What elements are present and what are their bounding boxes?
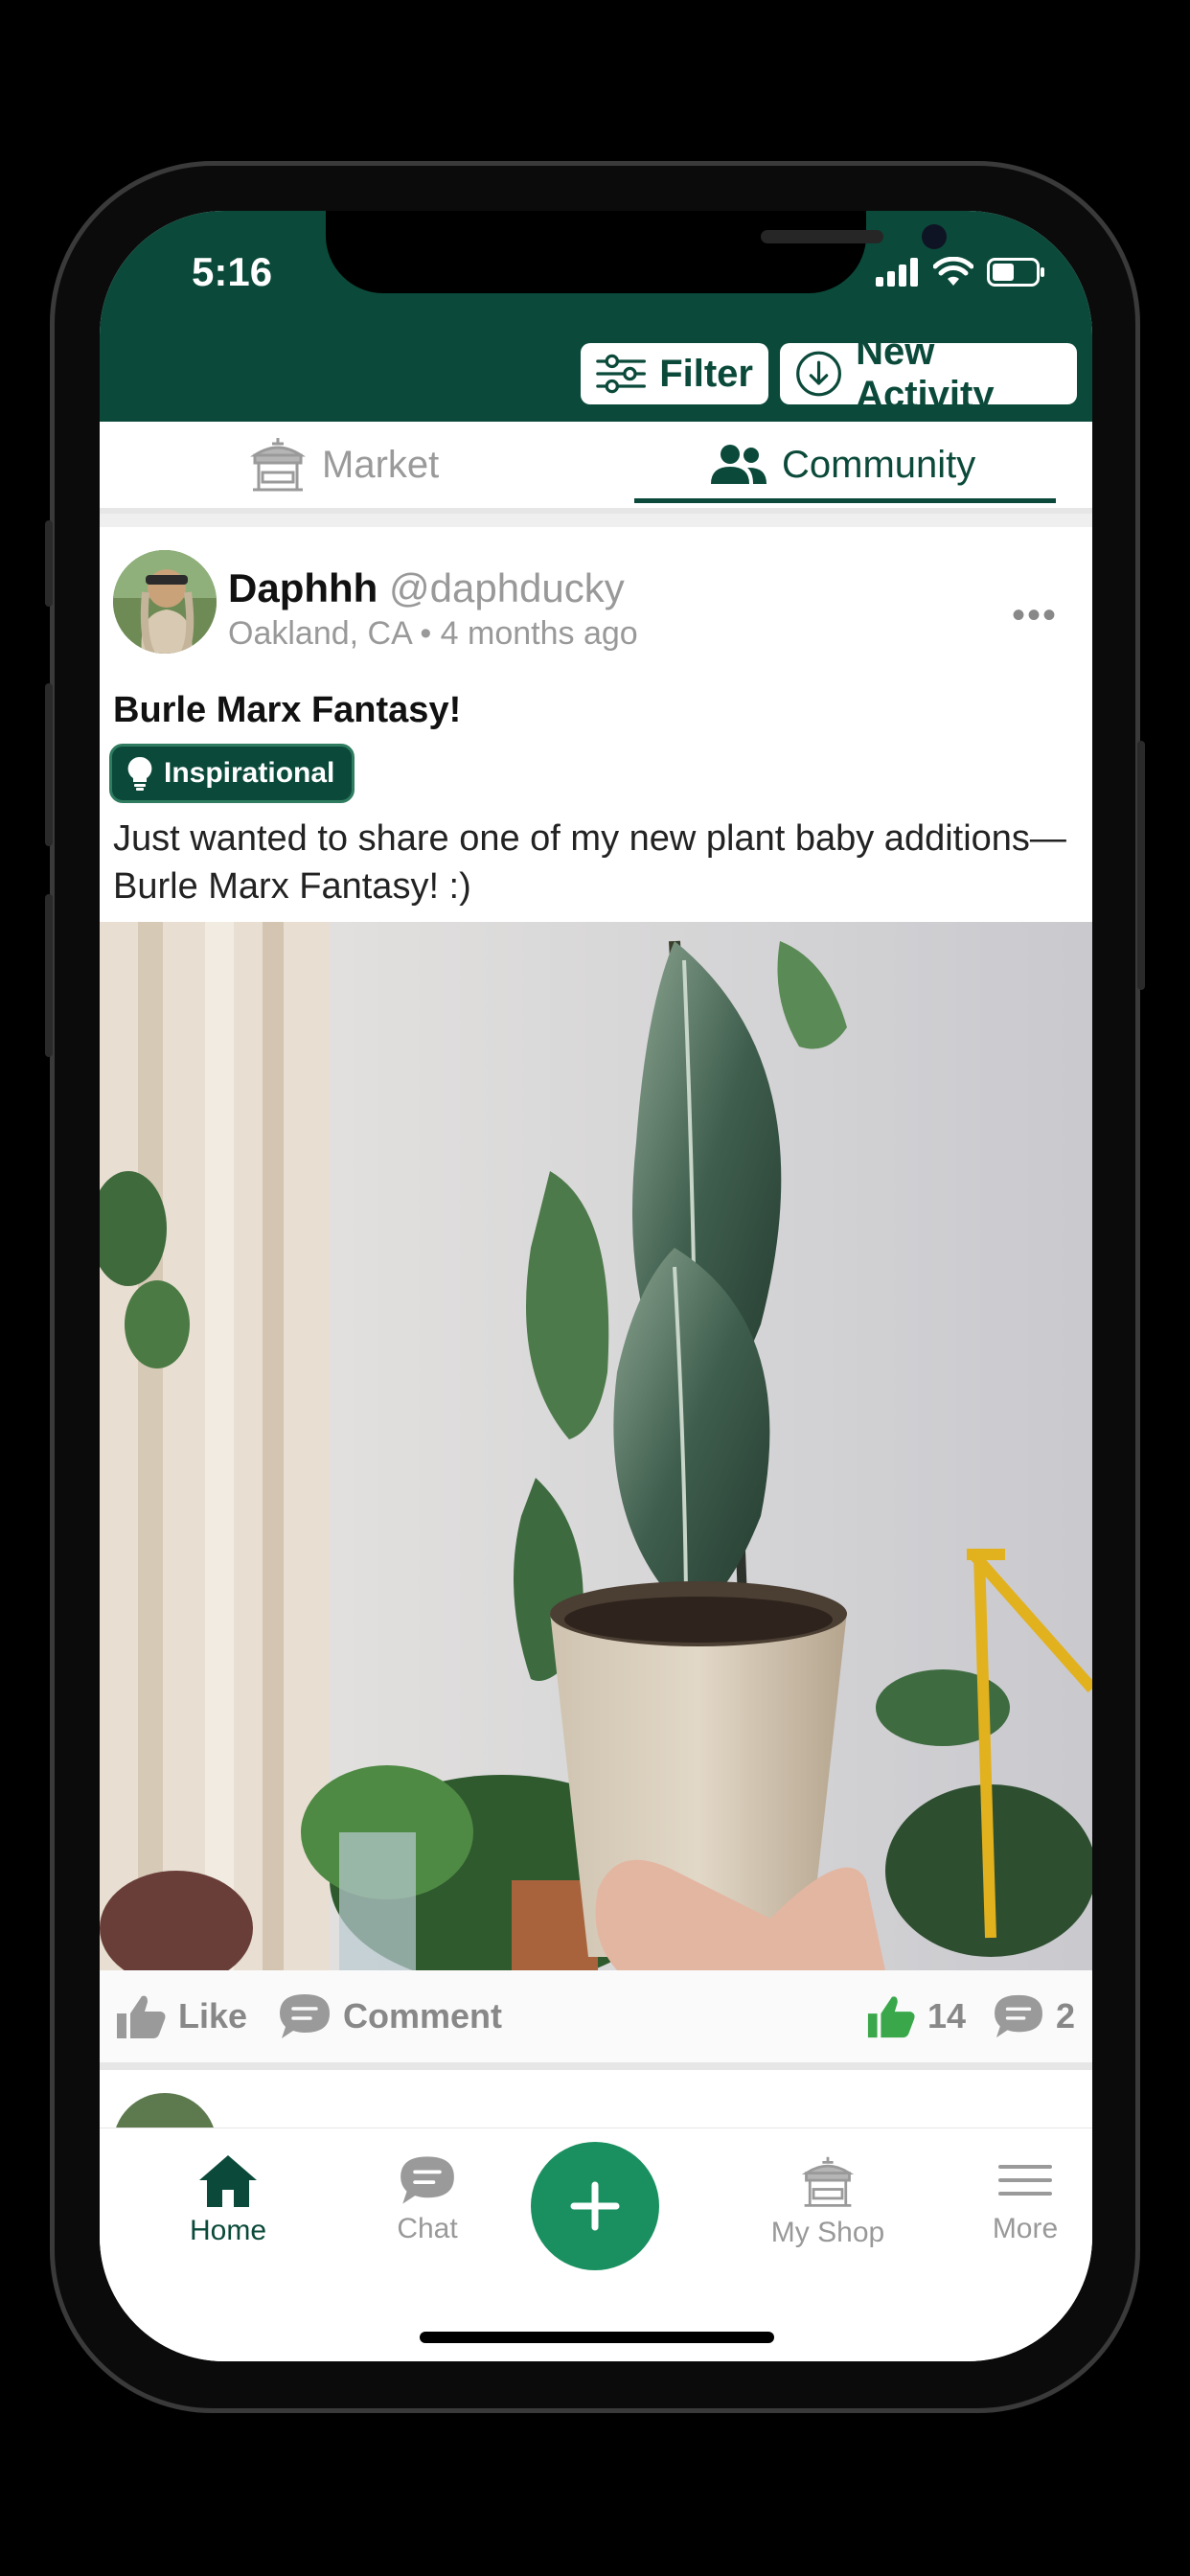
create-post-button[interactable]	[531, 2142, 659, 2270]
tab-community-label: Community	[782, 443, 976, 486]
nav-my-shop-label: My Shop	[770, 2217, 885, 2248]
battery-icon	[987, 258, 1044, 287]
comment-count-value: 2	[1056, 1996, 1076, 2036]
section-tabs: Market Community	[100, 422, 1092, 514]
filter-button[interactable]: Filter	[581, 343, 768, 404]
post-title: Burle Marx Fantasy!	[113, 690, 462, 730]
sliders-icon	[596, 354, 646, 394]
comment-count-icon	[995, 1994, 1042, 2038]
post-card: Daphhh @daphducky Oakland, CA • 4 months…	[100, 527, 1092, 2070]
author-line: Daphhh @daphducky	[228, 565, 625, 611]
like-count[interactable]: 14	[866, 1970, 966, 2062]
comment-label: Comment	[343, 1996, 503, 2036]
menu-icon	[998, 2165, 1052, 2196]
status-icons	[876, 253, 1046, 291]
plus-icon	[570, 2181, 620, 2231]
nav-my-shop[interactable]: My Shop	[761, 2153, 895, 2249]
new-activity-button[interactable]: New Activity	[780, 331, 1077, 416]
filter-label: Filter	[659, 352, 753, 395]
nav-more[interactable]: More	[958, 2153, 1092, 2245]
like-count-value: 14	[927, 1996, 967, 2036]
more-options-icon[interactable]: •••	[1012, 594, 1058, 637]
post-meta: Oakland, CA • 4 months ago	[228, 615, 638, 652]
wifi-icon	[933, 257, 973, 286]
author-name[interactable]: Daphhh	[228, 565, 378, 610]
tab-community[interactable]: Community	[709, 422, 975, 508]
avatar[interactable]	[113, 550, 217, 654]
home-indicator[interactable]	[420, 2332, 774, 2343]
next-post-card[interactable]	[100, 2070, 1092, 2128]
comment-bubble-icon	[280, 1994, 330, 2038]
comment-button[interactable]: Comment	[278, 1970, 502, 2062]
comment-count[interactable]: 2	[993, 1970, 1075, 2062]
category-badge: Inspirational	[109, 744, 355, 803]
people-icon	[711, 445, 767, 484]
post-body: Just wanted to share one of my new plant…	[113, 818, 1066, 907]
bottom-navigation: Home Chat My Shop More	[100, 2128, 1092, 2361]
app-screen: 5:16 Filter New Activity Market Communit…	[100, 211, 1092, 2361]
new-activity-label: New Activity	[856, 331, 995, 416]
chat-icon	[400, 2156, 454, 2204]
community-feed[interactable]: Daphhh @daphducky Oakland, CA • 4 months…	[100, 514, 1092, 2128]
nav-chat[interactable]: Chat	[360, 2153, 494, 2245]
market-stall-icon	[250, 438, 306, 492]
shop-icon	[801, 2156, 855, 2207]
nav-more-label: More	[992, 2213, 1059, 2244]
thumbs-up-icon	[117, 1995, 166, 2038]
tab-market-label: Market	[322, 443, 440, 486]
nav-home[interactable]: Home	[161, 2153, 295, 2247]
post-photo[interactable]	[100, 922, 1092, 1970]
like-label: Like	[178, 1996, 248, 2036]
active-tab-indicator	[634, 498, 1056, 503]
like-button[interactable]: Like	[115, 1970, 247, 2062]
lightbulb-icon	[127, 756, 152, 791]
cellular-signal-icon	[876, 258, 918, 287]
app-header: 5:16 Filter New Activity	[100, 211, 1092, 422]
status-time: 5:16	[192, 249, 273, 294]
home-icon	[199, 2155, 257, 2207]
post-actions: Like Comment 14 2	[100, 1970, 1092, 2070]
device-notch	[326, 211, 947, 293]
thumbs-up-filled-icon	[867, 1996, 915, 2038]
badge-label: Inspirational	[164, 757, 335, 789]
author-handle[interactable]: @daphducky	[389, 565, 625, 610]
download-circle-icon	[796, 351, 841, 397]
tab-market[interactable]: Market	[247, 422, 439, 508]
nav-chat-label: Chat	[397, 2213, 458, 2244]
next-post-avatar[interactable]	[113, 2093, 217, 2128]
nav-home-label: Home	[189, 2215, 267, 2246]
